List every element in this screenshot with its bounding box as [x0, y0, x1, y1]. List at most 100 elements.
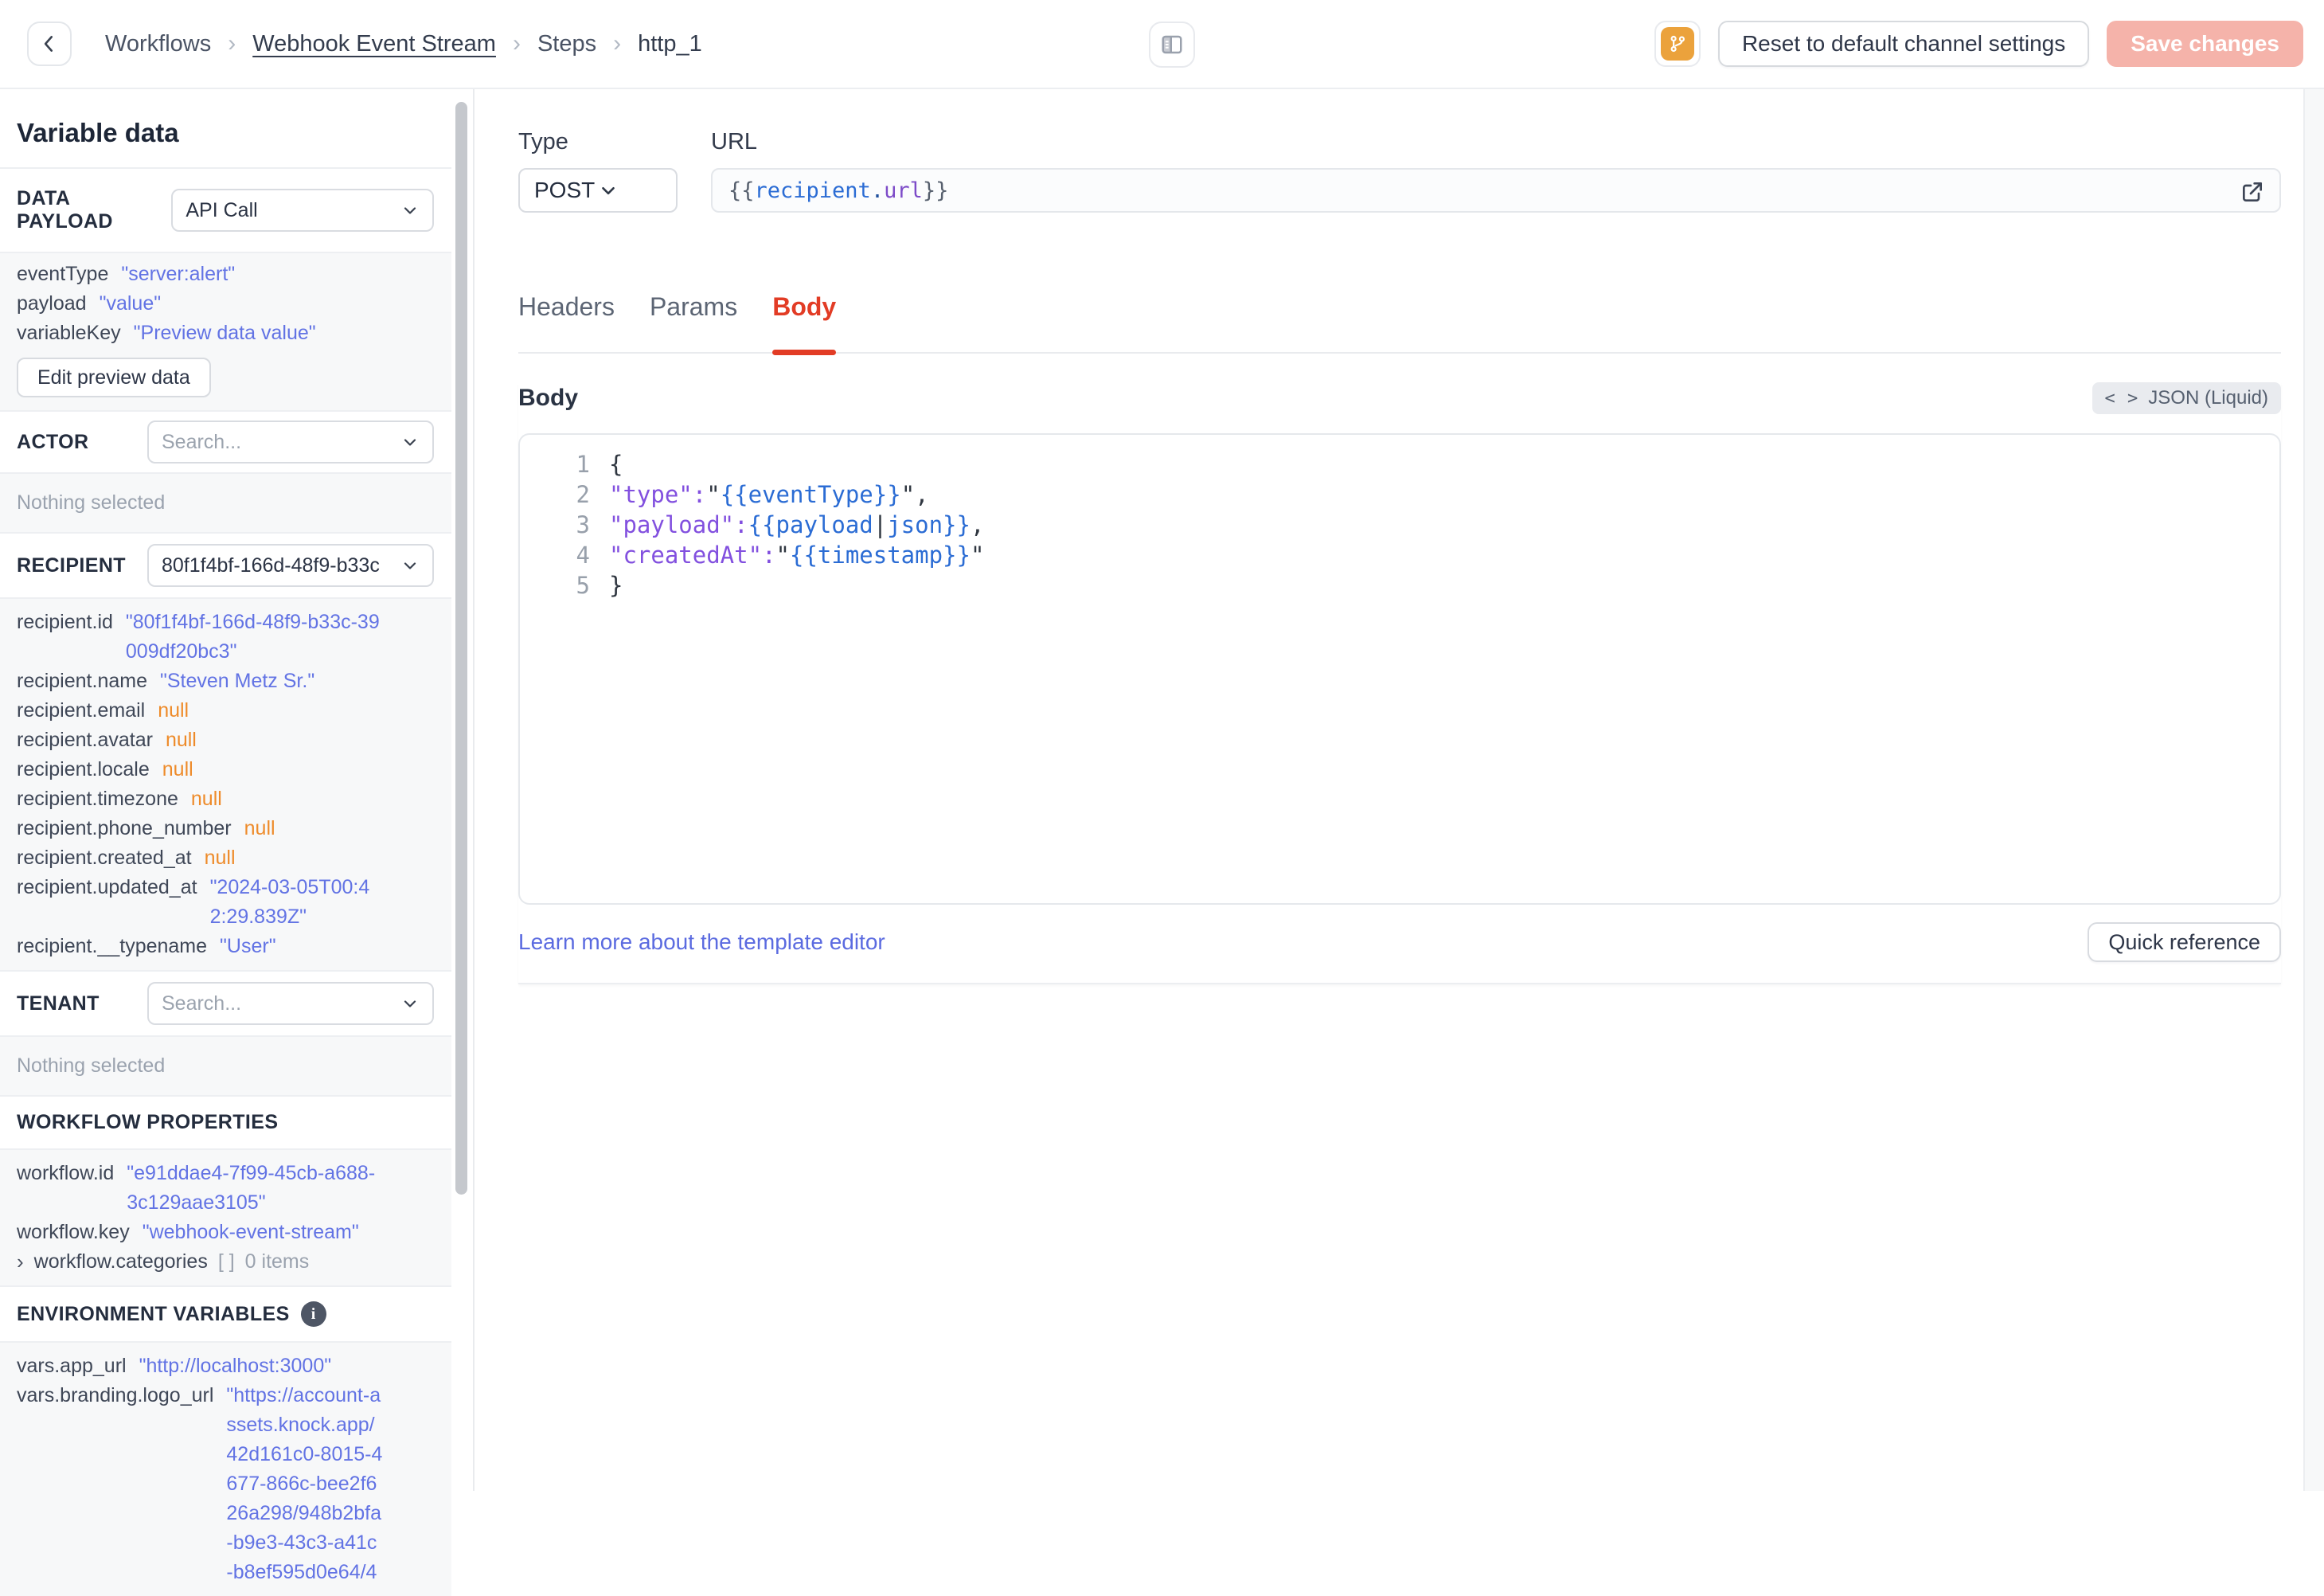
back-button[interactable]: [27, 22, 72, 66]
variable-row: recipient.emailnull: [17, 696, 383, 726]
tenant-search-placeholder: Search...: [162, 992, 385, 1015]
line-number: 2: [520, 479, 590, 510]
breadcrumb-item[interactable]: Steps: [537, 31, 596, 57]
format-badge[interactable]: < > JSON (Liquid): [2092, 382, 2281, 414]
actor-row: ACTOR Search...: [0, 412, 451, 472]
template-editor-docs-link[interactable]: Learn more about the template editor: [518, 929, 885, 955]
chevron-down-icon: [393, 556, 420, 575]
variable-key: recipient.updated_at: [17, 873, 197, 932]
chevron-down-icon: [393, 201, 420, 220]
workflow-properties-header: WORKFLOW PROPERTIES: [0, 1097, 451, 1148]
breadcrumb: Workflows›Webhook Event Stream›Steps›htt…: [105, 30, 702, 57]
variable-value: "e91ddae4-7f99-45cb-a688-3c129aae3105": [127, 1159, 383, 1218]
variable-value: "Preview data value": [134, 319, 316, 348]
variable-value: null: [205, 843, 236, 873]
breadcrumb-item[interactable]: Workflows: [105, 31, 211, 57]
chevron-down-icon: [393, 994, 420, 1013]
variable-row: recipient.phone_numbernull: [17, 814, 383, 843]
recipient-select[interactable]: 80f1f4bf-166d-48f9-b33c: [147, 544, 434, 587]
variable-key: workflow.key: [17, 1218, 130, 1247]
workflow-categories-row[interactable]: › workflow.categories [ ] 0 items: [17, 1247, 383, 1277]
code-line: 3"payload": {{payload | json}},: [520, 510, 2279, 540]
info-icon[interactable]: i: [301, 1301, 326, 1327]
code-token: {: [609, 449, 623, 479]
toggle-sidebar-button[interactable]: [1149, 22, 1195, 68]
variable-key: recipient.phone_number: [17, 814, 232, 843]
quick-reference-button[interactable]: Quick reference: [2088, 922, 2281, 962]
code-token: "type": [609, 479, 693, 510]
body-section-label: Body: [518, 385, 578, 412]
actor-search-select[interactable]: Search...: [147, 421, 434, 464]
recipient-selected-value: 80f1f4bf-166d-48f9-b33c: [162, 554, 385, 577]
data-payload-preview-band: eventType"server:alert"payload"value"var…: [0, 253, 451, 410]
http-step-editor: Type POST URL {{recipient.url}}: [476, 89, 2324, 1491]
body-tab-panel: Body < > JSON (Liquid) 1{2"type": "{{eve…: [518, 382, 2281, 984]
variable-value: null: [158, 696, 189, 726]
code-token: {{eventType}}: [721, 479, 901, 510]
external-link-icon: [2240, 179, 2265, 205]
line-number: 4: [520, 540, 590, 570]
variable-key: recipient.timezone: [17, 784, 178, 814]
code-token: }: [609, 570, 623, 600]
http-method-select[interactable]: POST: [518, 168, 678, 213]
workflow-categories-key: workflow.categories: [34, 1247, 208, 1277]
open-external-button[interactable]: [2236, 176, 2268, 208]
url-token: {{: [728, 178, 755, 203]
data-payload-select[interactable]: API Call: [171, 189, 434, 232]
recipient-fields: recipient.id"80f1f4bf-166d-48f9-b33c-390…: [0, 599, 451, 970]
variable-row: recipient.localenull: [17, 755, 383, 784]
body-code-editor[interactable]: 1{2"type": "{{eventType}}",3"payload": {…: [518, 433, 2281, 905]
variable-key: vars.branding.logo_url: [17, 1381, 213, 1587]
tab-params[interactable]: Params: [650, 292, 737, 352]
http-method-value: POST: [534, 178, 598, 203]
variable-key: eventType: [17, 260, 108, 289]
code-token: {{timestamp}}: [790, 540, 971, 570]
chevron-down-icon: [393, 432, 420, 452]
environment-variables-header: ENVIRONMENT VARIABLES i: [0, 1287, 451, 1341]
breadcrumb-separator: ›: [513, 30, 521, 57]
variable-row: workflow.key"webhook-event-stream": [17, 1218, 383, 1247]
url-input[interactable]: {{recipient.url}}: [711, 168, 2281, 213]
chevron-right-icon: ›: [17, 1247, 24, 1277]
variable-row: eventType"server:alert": [17, 260, 383, 289]
reset-to-default-button[interactable]: Reset to default channel settings: [1718, 21, 2089, 67]
url-token: url: [884, 178, 923, 203]
variable-key: payload: [17, 289, 87, 319]
recipient-label: RECIPIENT: [17, 554, 126, 577]
workflow-categories-bracket: [ ]: [218, 1247, 235, 1277]
variable-data-sidebar: Variable data DATA PAYLOAD API Call even…: [0, 89, 475, 1491]
sidebar-scrollbar[interactable]: [455, 102, 467, 1195]
main-scrollbar-track[interactable]: [2303, 89, 2324, 1491]
request-tabs: Headers Params Body: [518, 292, 2281, 354]
code-token: :: [762, 540, 775, 570]
actor-label: ACTOR: [17, 431, 88, 454]
code-token: :: [693, 479, 706, 510]
variable-row: recipient.id"80f1f4bf-166d-48f9-b33c-390…: [17, 608, 383, 667]
breadcrumb-item[interactable]: Webhook Event Stream: [252, 31, 496, 57]
code-line: 1{: [520, 449, 2279, 479]
save-changes-button[interactable]: Save changes: [2107, 21, 2303, 67]
data-payload-label: DATA PAYLOAD: [17, 187, 171, 233]
tenant-row: TENANT Search...: [0, 972, 451, 1035]
line-number: 3: [520, 510, 590, 540]
variable-key: recipient.created_at: [17, 843, 192, 873]
variable-key: vars.app_url: [17, 1352, 127, 1381]
variable-key: variableKey: [17, 319, 121, 348]
recipient-row: RECIPIENT 80f1f4bf-166d-48f9-b33c: [0, 534, 451, 597]
variable-key: recipient.avatar: [17, 726, 153, 755]
format-badge-label: JSON (Liquid): [2148, 387, 2268, 409]
variable-row: recipient.avatarnull: [17, 726, 383, 755]
variable-value: "https://account-assets.knock.app/42d161…: [226, 1381, 383, 1587]
variable-row: payload"value": [17, 289, 383, 319]
tab-headers[interactable]: Headers: [518, 292, 615, 352]
tab-body[interactable]: Body: [772, 292, 836, 352]
code-line: 5}: [520, 570, 2279, 600]
code-line: 4"createdAt": "{{timestamp}}": [520, 540, 2279, 570]
actor-empty-state: Nothing selected: [0, 474, 451, 532]
tenant-search-select[interactable]: Search...: [147, 982, 434, 1025]
variable-value: "http://localhost:3000": [139, 1352, 332, 1381]
variable-row: recipient.timezonenull: [17, 784, 383, 814]
version-control-button[interactable]: [1654, 21, 1701, 67]
edit-preview-data-button[interactable]: Edit preview data: [17, 358, 211, 397]
code-token: :: [734, 510, 748, 540]
